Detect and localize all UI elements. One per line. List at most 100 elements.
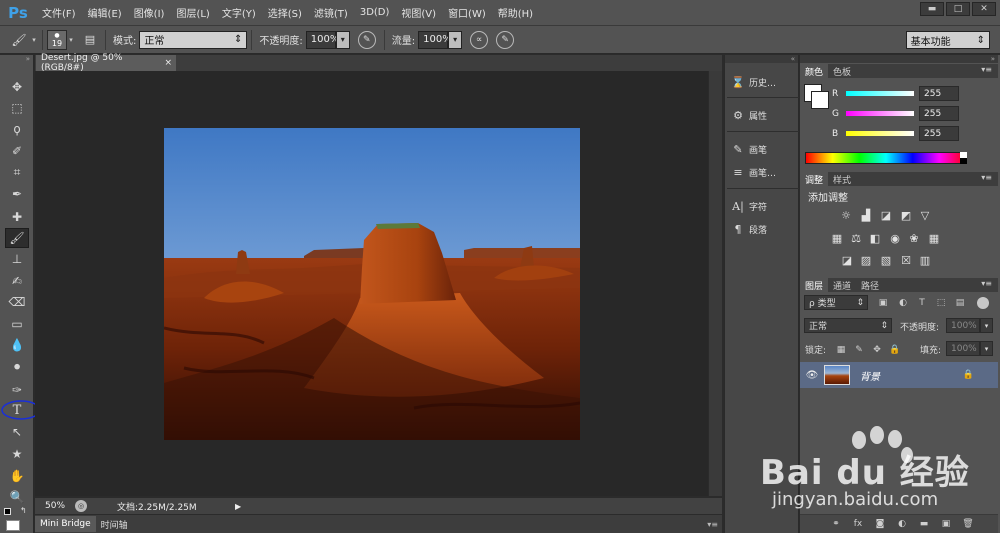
dodge-tool-icon[interactable]: ⚫ xyxy=(5,357,29,377)
filter-toggle[interactable] xyxy=(977,297,989,309)
lock-all-icon[interactable]: 🔒 xyxy=(889,344,901,356)
tab-styles[interactable]: 样式 xyxy=(828,172,856,186)
dock-properties[interactable]: ⚙ 属性 xyxy=(727,104,799,126)
pressure-opacity-icon[interactable]: ✎ xyxy=(357,30,376,49)
airbrush-icon[interactable]: ∝ xyxy=(470,30,489,49)
fill-input[interactable]: 100% xyxy=(946,341,980,356)
adjust-panel-menu-icon[interactable]: ▾≡ xyxy=(981,173,992,182)
desert-image[interactable] xyxy=(164,128,580,440)
layer-opacity-input[interactable]: 100% xyxy=(946,318,980,333)
status-info-icon[interactable]: ◎ xyxy=(75,500,87,512)
menu-3d[interactable]: 3D(D) xyxy=(354,0,396,25)
menu-help[interactable]: 帮助(H) xyxy=(492,0,539,25)
color-spectrum-ramp[interactable] xyxy=(805,152,967,164)
invert-icon[interactable]: ◪ xyxy=(840,254,854,267)
tab-color[interactable]: 颜色 xyxy=(800,64,829,78)
vertical-scrollbar[interactable] xyxy=(709,71,722,496)
filter-shape-icon[interactable]: ⬚ xyxy=(935,297,947,309)
layer-opacity-slider-toggle[interactable]: ▾ xyxy=(980,318,993,333)
brush-size-picker[interactable]: ● 19 xyxy=(47,29,67,50)
black-swatch[interactable] xyxy=(960,158,967,164)
red-value-input[interactable]: 255 xyxy=(919,86,959,101)
menu-view[interactable]: 视图(V) xyxy=(395,0,442,25)
channel-mixer-icon[interactable]: ❀ xyxy=(907,232,921,245)
tab-channels[interactable]: 通道 xyxy=(828,278,856,292)
filter-pixel-icon[interactable]: ▣ xyxy=(877,297,889,309)
blur-tool-icon[interactable]: 💧 xyxy=(5,335,29,355)
menu-window[interactable]: 窗口(W) xyxy=(442,0,492,25)
lasso-tool-icon[interactable]: ϙ xyxy=(5,119,29,139)
brush-size-chevron-icon[interactable]: ▾ xyxy=(67,36,75,44)
menu-type[interactable]: 文字(Y) xyxy=(216,0,262,25)
background-swatch[interactable] xyxy=(811,91,829,109)
filter-smart-icon[interactable]: ▤ xyxy=(954,297,966,309)
maximize-button[interactable]: □ xyxy=(946,2,970,16)
menu-layer[interactable]: 图层(L) xyxy=(170,0,215,25)
foreground-color-swatch[interactable] xyxy=(6,520,20,531)
zoom-tool-icon[interactable]: 🔍 xyxy=(5,487,29,507)
eyedropper-tool-icon[interactable]: ✒ xyxy=(5,184,29,204)
levels-icon[interactable]: ▟ xyxy=(859,209,873,222)
move-tool-icon[interactable]: ✥ xyxy=(5,77,29,97)
hue-saturation-icon[interactable]: ▦ xyxy=(830,232,844,245)
crop-tool-icon[interactable]: ⌗ xyxy=(5,162,29,182)
brightness-icon[interactable]: ☼ xyxy=(839,209,853,222)
default-colors-icon[interactable] xyxy=(4,508,11,515)
gradient-map-icon[interactable]: ▥ xyxy=(918,254,932,267)
curves-icon[interactable]: ◪ xyxy=(879,209,893,222)
close-window-button[interactable]: ✕ xyxy=(972,2,996,16)
panels-collapse-icon[interactable]: » xyxy=(800,55,998,63)
menu-image[interactable]: 图像(I) xyxy=(128,0,171,25)
mode-select[interactable]: 正常 ⇕ xyxy=(139,30,248,49)
tab-paths[interactable]: 路径 xyxy=(856,278,884,292)
history-brush-tool-icon[interactable]: ✍ xyxy=(5,271,29,291)
tab-swatches[interactable]: 色板 xyxy=(828,64,856,78)
hand-tool-icon[interactable]: ✋ xyxy=(5,466,29,486)
brush-tool-icon[interactable]: 🖌 xyxy=(5,228,29,248)
dock-collapse-icon[interactable]: « xyxy=(725,55,798,63)
marquee-tool-icon[interactable]: ⬚ xyxy=(5,98,29,118)
tab-timeline[interactable]: 时间轴 xyxy=(96,516,133,532)
eraser-tool-icon[interactable]: ⌫ xyxy=(5,292,29,312)
status-menu-arrow-icon[interactable]: ▶ xyxy=(235,502,241,511)
tab-adjustments[interactable]: 调整 xyxy=(800,172,829,186)
lock-transparent-icon[interactable]: ▦ xyxy=(835,344,847,356)
color-panel-menu-icon[interactable]: ▾≡ xyxy=(981,65,992,74)
dock-brush[interactable]: ✎ 画笔 xyxy=(727,138,799,160)
blue-slider[interactable]: B 255 xyxy=(832,126,959,141)
green-value-input[interactable]: 255 xyxy=(919,106,959,121)
color-lookup-icon[interactable]: ▦ xyxy=(927,232,941,245)
menu-filter[interactable]: 滤镜(T) xyxy=(308,0,354,25)
blue-bar[interactable] xyxy=(846,131,914,136)
layer-filter-select[interactable]: ρ 类型 ⇕ xyxy=(804,295,868,310)
selective-color-icon[interactable]: ☒ xyxy=(899,254,913,267)
layers-panel-menu-icon[interactable]: ▾≡ xyxy=(981,279,992,288)
threshold-icon[interactable]: ▧ xyxy=(879,254,893,267)
document-tab[interactable]: Desert.jpg @ 50%(RGB/8#) × xyxy=(36,53,176,73)
flow-input[interactable]: 100% xyxy=(418,30,452,49)
opacity-input[interactable]: 100% xyxy=(305,30,339,49)
menu-file[interactable]: 文件(F) xyxy=(36,0,82,25)
workspace-select[interactable]: 基本功能 ⇕ xyxy=(905,31,990,49)
pressure-size-icon[interactable]: ✎ xyxy=(496,30,515,49)
panel-menu-icon[interactable]: ▾≡ xyxy=(707,520,718,529)
menu-select[interactable]: 选择(S) xyxy=(262,0,308,25)
dock-brush-presets[interactable]: ≡ 画笔… xyxy=(727,161,799,183)
fill-slider-toggle[interactable]: ▾ xyxy=(980,341,993,356)
layer-row-background[interactable]: 👁 背景 🔒 xyxy=(800,362,998,388)
menu-edit[interactable]: 编辑(E) xyxy=(82,0,128,25)
collapse-icon[interactable]: » xyxy=(0,55,33,63)
filter-type-icon[interactable]: T xyxy=(916,297,928,309)
photo-filter-icon[interactable]: ◉ xyxy=(888,232,902,245)
brush-tool-preset-icon[interactable]: 🖌 xyxy=(8,30,30,50)
opacity-slider-toggle[interactable]: ▾ xyxy=(335,30,350,49)
visibility-eye-icon[interactable]: 👁 xyxy=(800,370,824,381)
minimize-button[interactable]: ▬ xyxy=(920,2,944,16)
healing-brush-tool-icon[interactable]: ✚ xyxy=(5,207,29,227)
vibrance-icon[interactable]: ▽ xyxy=(918,209,932,222)
red-slider[interactable]: R 255 xyxy=(832,86,959,101)
green-slider[interactable]: G 255 xyxy=(832,106,959,121)
blend-mode-select[interactable]: 正常 ⇕ xyxy=(804,318,892,333)
tab-mini-bridge[interactable]: Mini Bridge xyxy=(35,516,96,532)
dock-history[interactable]: ⌛ 历史… xyxy=(727,71,799,93)
